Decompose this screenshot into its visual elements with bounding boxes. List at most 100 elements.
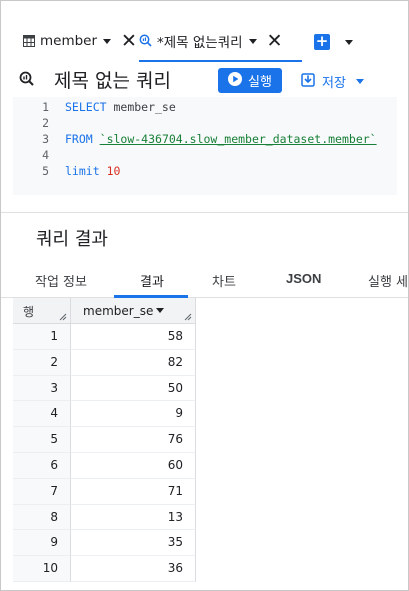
bigquery-window: member ✕ *제목 없는쿼리 ✕ + 제목 없는 쿼리 실행 저장 1 S…: [0, 0, 409, 591]
save-button-label: 저장: [322, 75, 346, 91]
line-number: 3: [42, 132, 49, 146]
row-number: 7: [50, 483, 58, 498]
row-header-label: 행: [23, 305, 35, 319]
chevron-down-icon[interactable]: [248, 38, 257, 44]
table-cell[interactable]: 13: [71, 504, 196, 531]
table-cell[interactable]: 9: [71, 401, 196, 428]
table-icon: [23, 32, 35, 51]
row-number-cell: 3: [13, 375, 71, 402]
table-row[interactable]: 5 76: [13, 427, 196, 453]
run-button[interactable]: 실행: [218, 68, 282, 93]
sql-keyword: FROM: [65, 132, 93, 146]
table-row[interactable]: 2 82: [13, 349, 196, 376]
table-row[interactable]: 1 58: [13, 324, 196, 350]
table-cell[interactable]: 36: [71, 556, 196, 582]
sql-editor[interactable]: 1 SELECT member_se 2 3 FROM `slow-436704…: [13, 97, 397, 195]
row-number-cell: 6: [13, 452, 71, 479]
row-number: 8: [50, 509, 58, 524]
tab-chart[interactable]: 차트: [212, 271, 236, 290]
tab-label: member: [40, 33, 98, 49]
chevron-down-icon[interactable]: [156, 308, 164, 313]
divider: [1, 212, 408, 213]
results-tabs: 작업 정보 결과 차트 JSON 실행 세: [1, 263, 408, 298]
row-number: 1: [50, 329, 58, 343]
code-line: 4: [13, 147, 397, 163]
tab-json[interactable]: JSON: [286, 271, 321, 286]
column-header-member-se[interactable]: member_se: [71, 298, 196, 324]
add-tab-button[interactable]: +: [314, 34, 330, 50]
chevron-down-icon[interactable]: [345, 40, 353, 45]
table-row[interactable]: 7 71: [13, 478, 196, 505]
cell-value: 50: [167, 380, 183, 395]
table-cell[interactable]: 60: [71, 452, 196, 479]
query-title[interactable]: 제목 없는 쿼리: [54, 66, 171, 93]
tab-untitled-query[interactable]: *제목 없는쿼리 ✕: [139, 21, 302, 62]
code-line: 1 SELECT member_se: [13, 99, 397, 115]
table-cell[interactable]: 35: [71, 530, 196, 557]
row-number: 3: [50, 380, 58, 395]
resize-handle-icon[interactable]: [59, 313, 67, 321]
row-number: 6: [50, 457, 58, 472]
tab-member[interactable]: member ✕: [23, 21, 137, 61]
row-number: 5: [50, 432, 58, 447]
table-cell[interactable]: 71: [71, 478, 196, 505]
query-icon: [139, 32, 152, 51]
line-number: 5: [42, 164, 49, 178]
cell-value: 36: [167, 561, 183, 576]
grid-body: 1 58 2 82 3 50 4 9 5 76 6 60 7 71 8 13 9 35 10 36: [13, 324, 196, 582]
cell-value: 71: [167, 483, 183, 498]
row-number: 2: [50, 354, 58, 369]
table-cell[interactable]: 76: [71, 427, 196, 453]
row-number-cell: 7: [13, 478, 71, 505]
line-number: 4: [42, 148, 49, 162]
row-number-cell: 5: [13, 427, 71, 453]
table-row[interactable]: 10 36: [13, 556, 196, 582]
cell-value: 60: [167, 457, 183, 472]
row-number-cell: 10: [13, 556, 71, 582]
tab-execution-details[interactable]: 실행 세: [368, 271, 408, 290]
run-button-label: 실행: [248, 75, 272, 90]
column-header-label: member_se: [83, 304, 154, 318]
table-row[interactable]: 49: [13, 401, 196, 428]
row-number-cell: 4: [13, 401, 71, 428]
table-cell[interactable]: 50: [71, 375, 196, 402]
chevron-down-icon[interactable]: [103, 38, 112, 44]
sql-number: 10: [106, 164, 121, 178]
sql-column: member_se: [106, 100, 176, 114]
row-number-cell: 1: [13, 324, 71, 350]
cell-value: 35: [167, 535, 183, 550]
query-icon: [19, 71, 34, 90]
tab-job-info[interactable]: 작업 정보: [35, 271, 87, 290]
grid-header: 행 member_se: [13, 298, 196, 324]
table-row[interactable]: 6 60: [13, 452, 196, 479]
row-number: 9: [50, 535, 58, 550]
results-title: 쿼리 결과: [36, 229, 108, 250]
sql-keyword: limit: [65, 164, 100, 178]
chevron-down-icon: [355, 78, 364, 84]
code-line: 3 FROM `slow-436704.slow_member_dataset.…: [13, 131, 397, 147]
table-row[interactable]: 8 13: [13, 504, 196, 531]
cell-value: 58: [167, 329, 183, 343]
tab-label: *제목 없는쿼리: [157, 35, 243, 51]
line-number: 1: [42, 100, 49, 114]
close-icon[interactable]: ✕: [267, 31, 283, 51]
play-icon: [228, 71, 242, 90]
row-number-cell: 2: [13, 349, 71, 376]
row-number-cell: 8: [13, 504, 71, 531]
results-grid: 행 member_se 1 58 2 82 3 50 4 9 5 76 6 60 7 71 8 13 9 35 10…: [13, 298, 408, 582]
table-cell[interactable]: 82: [71, 349, 196, 376]
code-line: 2: [13, 115, 397, 131]
row-number: 10: [42, 561, 58, 576]
table-cell[interactable]: 58: [71, 324, 196, 350]
row-number: 4: [50, 406, 58, 421]
code-line: 5 limit 10: [13, 163, 397, 179]
sql-table-reference[interactable]: `slow-436704.slow_member_dataset.member`: [100, 132, 377, 146]
tab-results[interactable]: 결과: [140, 271, 164, 290]
resize-handle-icon[interactable]: [184, 313, 192, 321]
save-button[interactable]: 저장: [301, 70, 364, 92]
close-icon[interactable]: ✕: [121, 31, 137, 51]
table-row[interactable]: 3 50: [13, 375, 196, 402]
save-icon: [301, 72, 315, 91]
row-number-header: 행: [13, 298, 71, 324]
table-row[interactable]: 9 35: [13, 530, 196, 557]
